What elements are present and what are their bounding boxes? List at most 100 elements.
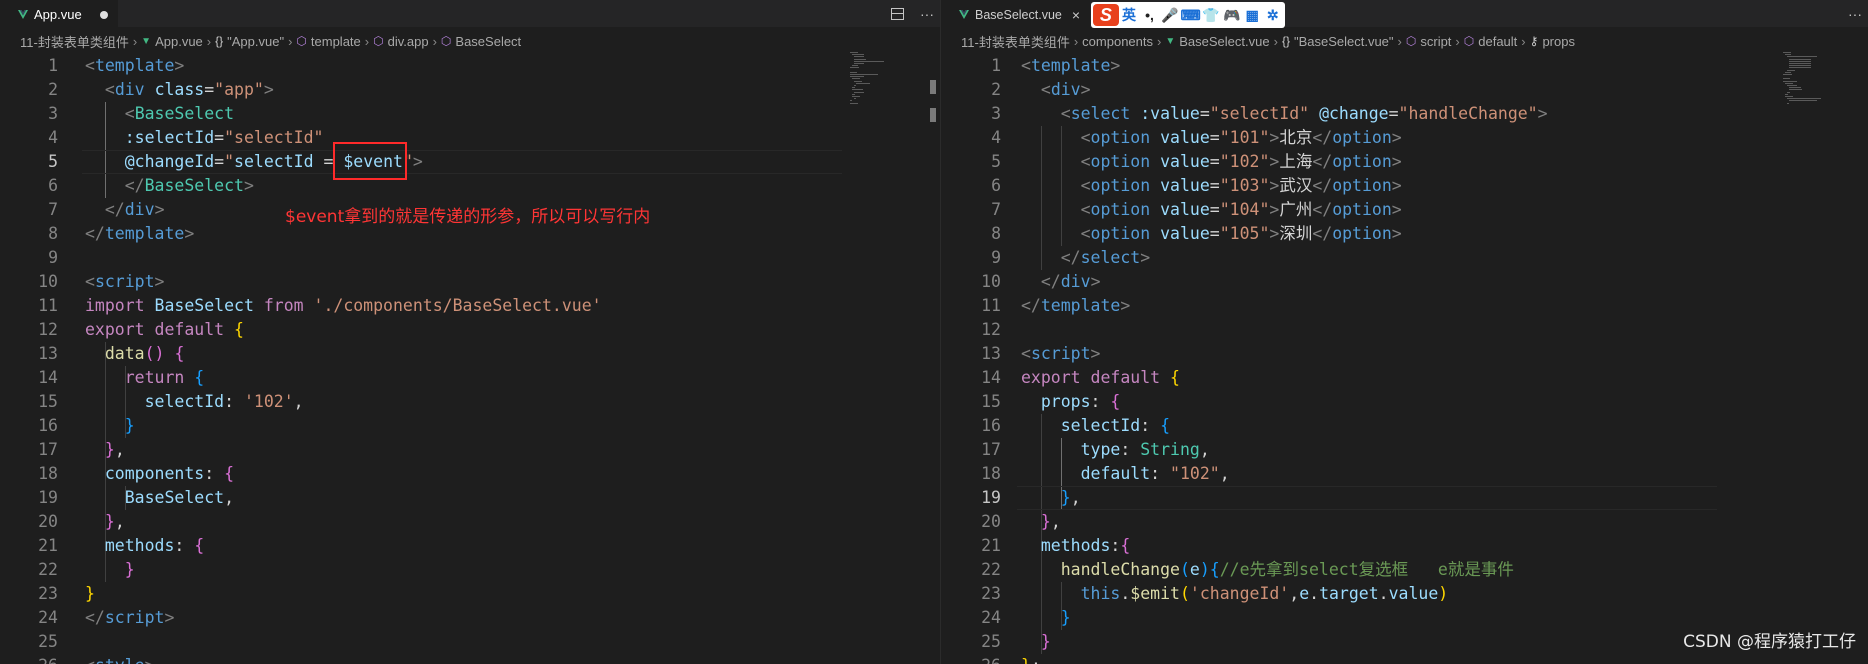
- code-line[interactable]: 13 data() {: [0, 342, 940, 366]
- code-line[interactable]: 10 <script>: [0, 270, 940, 294]
- ime-item-3-icon[interactable]: ⌨: [1180, 7, 1201, 24]
- editor-group-left: App.vue ··· 11-封装表单类组件 › ▼ App.vue ›{} "App.v…: [0, 0, 940, 664]
- code-line[interactable]: 11 import BaseSelect from './components/B…: [0, 294, 940, 318]
- breadcrumb-item[interactable]: "App.vue": [227, 34, 284, 49]
- breadcrumb-item[interactable]: 11-封装表单类组件: [20, 32, 129, 51]
- breadcrumb: 11-封装表单类组件 › ▼ App.vue ›{} "App.vue" › ⬡ templat…: [0, 28, 940, 54]
- breadcrumb-item[interactable]: div.app: [388, 34, 429, 49]
- code-line[interactable]: 15 selectId: '102',: [0, 390, 940, 414]
- code-token: <: [1080, 200, 1091, 219]
- sogou-logo-icon[interactable]: S: [1093, 4, 1119, 26]
- code-line[interactable]: 1 <template>: [0, 54, 940, 78]
- code-line[interactable]: 4 :selectId="selectId": [0, 126, 940, 150]
- code-line[interactable]: 16 }: [0, 414, 940, 438]
- code-token: option: [1332, 176, 1392, 195]
- code-line[interactable]: 1 <template>: [941, 54, 1868, 78]
- code-line[interactable]: 6 </BaseSelect>: [0, 174, 940, 198]
- code-line[interactable]: 20 },: [941, 510, 1868, 534]
- ime-item-7-icon[interactable]: ✲: [1263, 7, 1284, 24]
- ime-item-0-icon[interactable]: 英: [1119, 5, 1140, 25]
- line-number: 16: [38, 416, 58, 435]
- split-editor-icon[interactable]: [891, 8, 904, 20]
- code-line[interactable]: 10 </div>: [941, 270, 1868, 294]
- code-line[interactable]: 9 </select>: [941, 246, 1868, 270]
- code-token: option: [1090, 152, 1151, 171]
- line-number: 20: [38, 512, 58, 531]
- code-token: {: [1160, 416, 1171, 435]
- code-line[interactable]: 22 }: [0, 558, 940, 582]
- code-line[interactable]: 21 methods: {: [0, 534, 940, 558]
- ime-item-6-icon[interactable]: ▦: [1242, 7, 1263, 24]
- code-token: :: [1090, 392, 1111, 411]
- breadcrumb-item[interactable]: components: [1082, 34, 1153, 49]
- ime-item-2-icon[interactable]: 🎤: [1160, 7, 1181, 24]
- code-line[interactable]: 23}: [0, 582, 940, 606]
- code-line[interactable]: 4 <option value="101">北京</option>: [941, 126, 1868, 150]
- minimap[interactable]: [1783, 52, 1823, 112]
- minimap[interactable]: [850, 52, 890, 112]
- code-token: div: [114, 80, 145, 99]
- ime-item-1-icon[interactable]: •,: [1139, 7, 1160, 23]
- ime-item-5-icon[interactable]: 🎮: [1221, 7, 1242, 24]
- code-line[interactable]: 21 methods:{: [941, 534, 1868, 558]
- code-line[interactable]: 22 handleChange(e){//e先拿到select复选框 e就是事件: [941, 558, 1868, 582]
- code-line[interactable]: 2 <div>: [941, 78, 1868, 102]
- code-line[interactable]: 12 export default {: [0, 318, 940, 342]
- code-token: </: [85, 224, 105, 243]
- tab-baseselect-vue[interactable]: BaseSelect.vue ×: [941, 0, 1091, 28]
- code-line[interactable]: 19 },: [941, 486, 1868, 510]
- unsaved-dot-icon[interactable]: [99, 10, 108, 19]
- minimap-line: [1789, 58, 1811, 60]
- code-editor-right[interactable]: 1 <template> 2 <div> 3 <select :value="sele…: [941, 54, 1868, 664]
- scrollbar-marker[interactable]: [930, 80, 936, 94]
- scrollbar-marker[interactable]: [930, 108, 936, 122]
- breadcrumb-item[interactable]: default: [1478, 34, 1517, 49]
- code-line[interactable]: 17 },: [0, 438, 940, 462]
- close-icon[interactable]: ×: [1072, 7, 1080, 23]
- code-line[interactable]: 6 <option value="103">武汉</option>: [941, 174, 1868, 198]
- minimap-line: [854, 63, 864, 64]
- more-actions-icon[interactable]: ···: [1848, 6, 1862, 22]
- code-line[interactable]: 25: [0, 630, 940, 654]
- code-line[interactable]: 17 type: String,: [941, 438, 1868, 462]
- code-line[interactable]: 8 <option value="105">深圳</option>: [941, 222, 1868, 246]
- breadcrumb-item[interactable]: BaseSelect.vue: [1179, 34, 1269, 49]
- code-line[interactable]: 7 <option value="104">广州</option>: [941, 198, 1868, 222]
- editor-group-right: BaseSelect.vue × S 英 •, 🎤 ⌨ 👕 🎮 ▦ ✲ ··· 11-封装表单…: [940, 0, 1868, 664]
- code-line[interactable]: 9: [0, 246, 940, 270]
- breadcrumb-item[interactable]: BaseSelect: [455, 34, 521, 49]
- code-line[interactable]: 3 <BaseSelect: [0, 102, 940, 126]
- breadcrumb-item[interactable]: template: [311, 34, 361, 49]
- breadcrumb-item[interactable]: "BaseSelect.vue": [1294, 34, 1394, 49]
- code-line[interactable]: 14 export default {: [941, 366, 1868, 390]
- code-line[interactable]: 13 <script>: [941, 342, 1868, 366]
- breadcrumb-item[interactable]: 11-封装表单类组件: [961, 32, 1070, 51]
- code-line[interactable]: 3 <select :value="selectId" @change="han…: [941, 102, 1868, 126]
- code-line[interactable]: 19 BaseSelect,: [0, 486, 940, 510]
- breadcrumb-item[interactable]: App.vue: [155, 34, 203, 49]
- code-line[interactable]: 26 <style>: [0, 654, 940, 664]
- breadcrumb-item[interactable]: script: [1420, 34, 1451, 49]
- tab-app-vue[interactable]: App.vue: [0, 0, 118, 28]
- code-line[interactable]: 15 props: {: [941, 390, 1868, 414]
- code-line[interactable]: 5 @changeId="selectId = $event">: [0, 150, 940, 174]
- code-editor-left[interactable]: 1 <template> 2 <div class="app"> 3 <BaseSel…: [0, 54, 940, 664]
- code-line[interactable]: 18 default: "102",: [941, 462, 1868, 486]
- code-line[interactable]: 2 <div class="app">: [0, 78, 940, 102]
- code-line[interactable]: 26};: [941, 654, 1868, 664]
- code-line[interactable]: 5 <option value="102">上海</option>: [941, 150, 1868, 174]
- code-line[interactable]: 14 return {: [0, 366, 940, 390]
- code-line[interactable]: 12: [941, 318, 1868, 342]
- code-line[interactable]: 20 },: [0, 510, 940, 534]
- code-line[interactable]: 24 </script>: [0, 606, 940, 630]
- more-actions-icon[interactable]: ···: [920, 6, 934, 22]
- code-line[interactable]: 23 this.$emit('changeId',e.target.value): [941, 582, 1868, 606]
- ime-item-4-icon[interactable]: 👕: [1201, 7, 1222, 24]
- breadcrumb-item[interactable]: props: [1542, 34, 1575, 49]
- code-line[interactable]: 18 components: {: [0, 462, 940, 486]
- code-line[interactable]: 16 selectId: {: [941, 414, 1868, 438]
- code-line[interactable]: 11 </template>: [941, 294, 1868, 318]
